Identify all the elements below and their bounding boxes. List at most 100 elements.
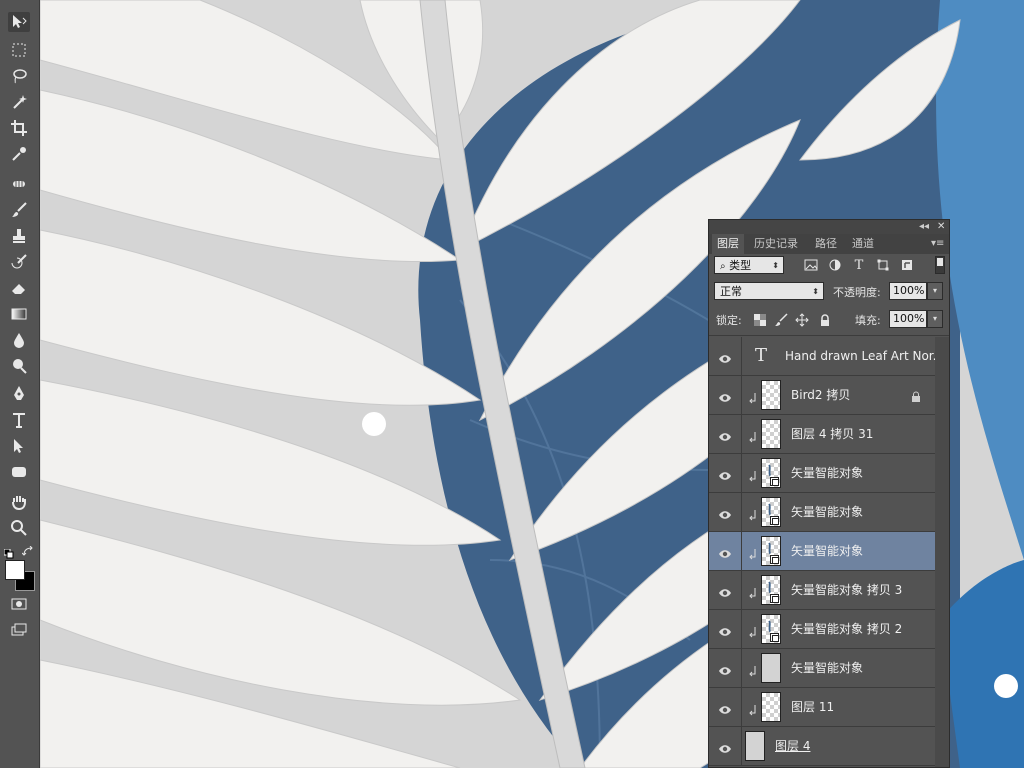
lasso-tool-icon[interactable] [8, 66, 30, 86]
blend-mode-select[interactable]: 正常 ⬍ [714, 282, 824, 300]
brush-tool-icon[interactable] [8, 200, 30, 220]
filter-kind-value: 类型 [729, 259, 752, 272]
swap-colors-icon[interactable] [21, 543, 34, 556]
clipping-mask-icon [749, 506, 757, 521]
opacity-input[interactable]: 100% [889, 282, 927, 300]
visibility-eye-icon[interactable] [718, 662, 732, 675]
visibility-eye-icon[interactable] [718, 467, 732, 480]
layer-row[interactable]: 图层 4 拷贝 31 [709, 415, 935, 454]
layer-list-scrollbar[interactable] [935, 337, 949, 767]
type-tool-icon[interactable] [8, 410, 30, 430]
smart-object-icon [770, 477, 779, 486]
gradient-tool-icon[interactable] [8, 304, 30, 324]
healing-tool-icon[interactable] [8, 174, 30, 194]
layer-name[interactable]: 矢量智能对象 [791, 649, 863, 687]
layer-name[interactable]: 图层 11 [791, 688, 834, 726]
type-filter-icon[interactable]: T [851, 257, 867, 273]
hand-tool-icon[interactable] [8, 492, 30, 512]
layer-name[interactable]: Hand drawn Leaf Art Nor... [785, 337, 935, 375]
layer-name[interactable]: 矢量智能对象 拷贝 2 [791, 610, 902, 648]
layer-name[interactable]: 图层 4 拷贝 31 [791, 415, 873, 453]
clipping-mask-icon [749, 545, 757, 560]
visibility-eye-icon[interactable] [718, 584, 732, 597]
lock-pixels-icon[interactable] [773, 312, 789, 328]
pixel-filter-icon[interactable] [803, 257, 819, 273]
marquee-tool-icon[interactable] [8, 40, 30, 60]
eyedropper-tool-icon[interactable] [8, 144, 30, 164]
move-tool-icon[interactable] [8, 12, 30, 32]
default-colors-icon[interactable] [3, 544, 14, 559]
smart-object-icon [770, 516, 779, 525]
layer-row[interactable]: 矢量智能对象 拷贝 2 [709, 610, 935, 649]
adjustment-filter-icon[interactable] [827, 257, 843, 273]
smart-object-icon [770, 633, 779, 642]
layer-name[interactable]: 矢量智能对象 [791, 493, 863, 531]
fill-label: 填充: [855, 314, 881, 327]
tab-channels[interactable]: 通道 [847, 234, 879, 254]
visibility-eye-icon[interactable] [718, 545, 732, 558]
shape-filter-icon[interactable] [875, 257, 891, 273]
clipping-mask-icon [749, 467, 757, 482]
collapse-icon[interactable]: ◂◂ [919, 220, 929, 234]
layer-name[interactable]: 矢量智能对象 [791, 454, 863, 492]
visibility-eye-icon[interactable] [718, 389, 732, 402]
stamp-tool-icon[interactable] [8, 226, 30, 246]
history-brush-tool-icon[interactable] [8, 252, 30, 272]
fill-dropdown[interactable]: ▾ [927, 310, 943, 328]
close-icon[interactable]: ✕ [937, 220, 945, 234]
shape-tool-icon[interactable] [8, 462, 30, 482]
layer-name[interactable]: 矢量智能对象 拷贝 3 [791, 571, 902, 609]
tab-paths[interactable]: 路径 [810, 234, 842, 254]
clipping-mask-icon [749, 584, 757, 599]
layer-row[interactable]: 矢量智能对象 拷贝 3 [709, 571, 935, 610]
panel-title-bar[interactable]: ◂◂ ✕ [709, 220, 949, 234]
blur-tool-icon[interactable] [8, 330, 30, 350]
foreground-color-swatch[interactable] [5, 560, 25, 580]
layer-thumbnail [761, 458, 781, 488]
layer-row[interactable]: 矢量智能对象 [709, 454, 935, 493]
opacity-dropdown[interactable]: ▾ [927, 282, 943, 300]
layer-name[interactable]: Bird2 拷贝 [791, 376, 850, 414]
search-icon: ⌕ [720, 261, 726, 272]
select-arrow-icon: ⬍ [772, 261, 779, 270]
magic-wand-tool-icon[interactable] [8, 92, 30, 112]
layer-row[interactable]: T Hand drawn Leaf Art Nor... [709, 337, 935, 376]
quick-mask-icon[interactable] [8, 594, 30, 614]
filter-kind-select[interactable]: ⌕ 类型 ⬍ [714, 256, 784, 274]
panel-tabs: 图层 历史记录 路径 通道 ▾≡ [709, 234, 949, 254]
layer-name[interactable]: 图层 4 [775, 727, 810, 765]
screen-mode-icon[interactable] [8, 620, 30, 640]
smart-object-icon [770, 594, 779, 603]
layer-row[interactable]: 矢量智能对象 [709, 493, 935, 532]
fill-input[interactable]: 100% [889, 310, 927, 328]
visibility-eye-icon[interactable] [718, 350, 732, 363]
filter-toggle[interactable] [935, 256, 945, 274]
visibility-eye-icon[interactable] [718, 623, 732, 636]
layer-thumbnail [761, 614, 781, 644]
panel-menu-icon[interactable]: ▾≡ [931, 234, 944, 254]
layer-thumbnail [761, 653, 781, 683]
layer-row[interactable]: Bird2 拷贝 [709, 376, 935, 415]
lock-position-icon[interactable] [794, 312, 810, 328]
layer-row[interactable]: 矢量智能对象 [709, 649, 935, 688]
crop-tool-icon[interactable] [8, 118, 30, 138]
visibility-eye-icon[interactable] [718, 506, 732, 519]
visibility-eye-icon[interactable] [718, 701, 732, 714]
dodge-tool-icon[interactable] [8, 356, 30, 376]
visibility-eye-icon[interactable] [718, 740, 732, 753]
lock-transparent-icon[interactable] [752, 312, 768, 328]
eraser-tool-icon[interactable] [8, 278, 30, 298]
layer-row[interactable]: 图层 11 [709, 688, 935, 727]
zoom-tool-icon[interactable] [8, 518, 30, 538]
tab-layers[interactable]: 图层 [712, 234, 744, 254]
layer-row[interactable]: 图层 4 [709, 727, 935, 766]
smart-object-filter-icon[interactable] [899, 257, 915, 273]
lock-all-icon[interactable] [817, 312, 833, 328]
pen-tool-icon[interactable] [8, 384, 30, 404]
layer-name[interactable]: 矢量智能对象 [791, 532, 863, 570]
visibility-eye-icon[interactable] [718, 428, 732, 441]
layer-thumbnail [761, 419, 781, 449]
layer-row[interactable]: 矢量智能对象 [709, 532, 935, 571]
tab-history[interactable]: 历史记录 [749, 234, 803, 254]
path-select-tool-icon[interactable] [8, 436, 30, 456]
